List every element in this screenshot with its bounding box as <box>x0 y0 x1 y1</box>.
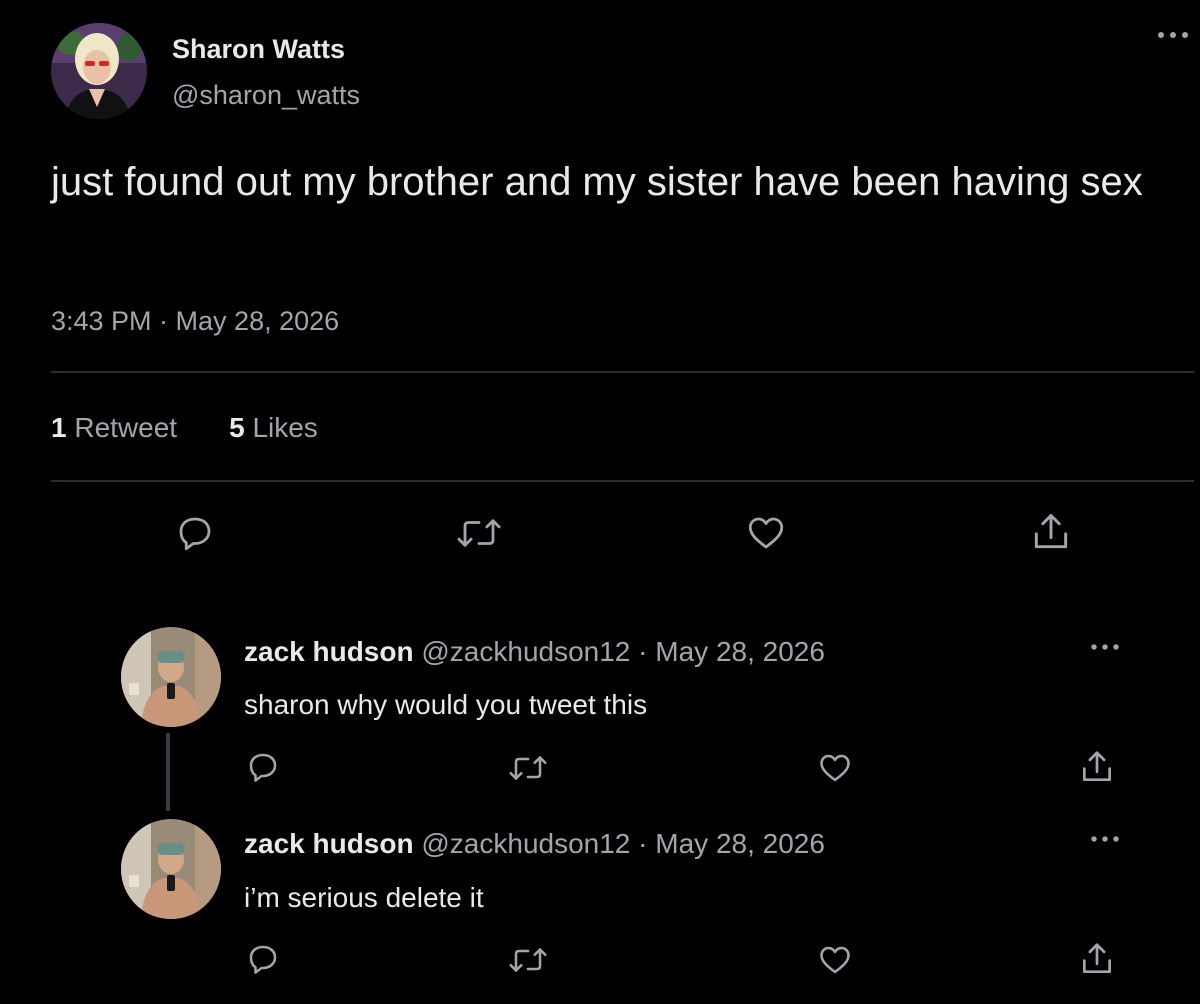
retweet-label: Retweet <box>74 412 178 443</box>
reply-date[interactable]: May 28, 2026 <box>655 828 825 859</box>
tweet-text: just found out my brother and my sister … <box>51 160 1143 204</box>
share-icon[interactable] <box>1078 748 1116 786</box>
reply-text: i’m serious delete it <box>244 882 484 913</box>
share-icon[interactable] <box>1029 510 1073 554</box>
reply-author-handle[interactable]: @zackhudson12 <box>421 636 630 667</box>
reply-author-name[interactable]: zack hudson <box>244 828 414 859</box>
more-options-icon[interactable] <box>1089 640 1121 652</box>
avatar-image <box>121 819 221 919</box>
reply-header: zack hudson @zackhudson12 · May 28, 2026 <box>244 828 825 860</box>
heart-icon[interactable] <box>816 942 854 978</box>
reply-separator: · <box>638 636 648 667</box>
avatar-image <box>121 627 221 727</box>
like-count: 5 <box>229 412 245 443</box>
like-label: Likes <box>252 412 318 443</box>
author-avatar[interactable] <box>51 23 147 119</box>
divider <box>51 371 1194 373</box>
retweet-stat[interactable]: 1 Retweet <box>51 412 177 444</box>
retweet-icon[interactable] <box>505 750 551 786</box>
retweet-count: 1 <box>51 412 67 443</box>
reply-icon[interactable] <box>245 941 281 977</box>
like-stat[interactable]: 5 Likes <box>229 412 318 444</box>
more-options-icon[interactable] <box>1089 832 1121 844</box>
retweet-icon[interactable] <box>505 942 551 978</box>
tweet-timestamp[interactable]: 3:43 PM · May 28, 2026 <box>51 306 339 337</box>
reply-icon[interactable] <box>245 749 281 785</box>
reply-date[interactable]: May 28, 2026 <box>655 636 825 667</box>
reply-separator: · <box>638 828 648 859</box>
thread-connector-line <box>166 733 170 811</box>
author-handle[interactable]: @sharon_watts <box>172 80 360 111</box>
reply-icon[interactable] <box>174 512 216 554</box>
reply-text: sharon why would you tweet this <box>244 689 648 720</box>
reply-avatar[interactable] <box>121 627 221 727</box>
reply-header: zack hudson @zackhudson12 · May 28, 2026 <box>244 636 825 668</box>
author-name[interactable]: Sharon Watts <box>172 34 345 65</box>
share-icon[interactable] <box>1078 940 1116 978</box>
reply-author-name[interactable]: zack hudson <box>244 636 414 667</box>
heart-icon[interactable] <box>816 750 854 786</box>
heart-icon[interactable] <box>744 512 788 554</box>
reply-avatar[interactable] <box>121 819 221 919</box>
divider <box>51 480 1194 482</box>
engagement-stats: 1 Retweet 5 Likes <box>51 412 318 444</box>
reply-author-handle[interactable]: @zackhudson12 <box>421 828 630 859</box>
more-options-icon[interactable] <box>1156 28 1190 42</box>
avatar-image <box>51 23 147 119</box>
retweet-icon[interactable] <box>452 512 506 554</box>
